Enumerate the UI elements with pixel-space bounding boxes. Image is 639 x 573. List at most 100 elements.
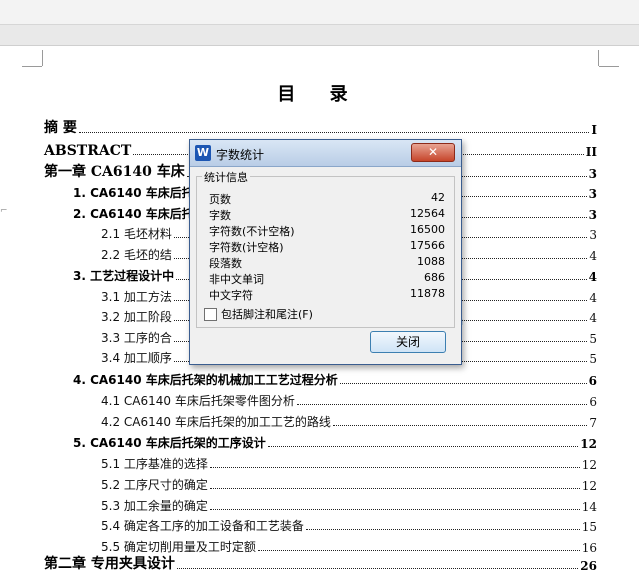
- toc-entry-label: 5.2 工序尺寸的确定: [101, 478, 208, 492]
- toc-entry-page: 5: [589, 332, 597, 346]
- toc-entry-page: 4: [588, 270, 597, 284]
- toc-entry-page: 26: [580, 559, 597, 573]
- stat-row: 字符数(不计空格) 16500: [209, 223, 445, 238]
- toc-entry-label: 4. CA6140 车床后托架的机械加工工艺过程分析: [73, 373, 338, 387]
- toc-entry-page: I: [591, 123, 597, 137]
- toc-entry-page: 3: [588, 167, 597, 181]
- toc-entry-page: 3: [588, 187, 597, 201]
- app-top-bar: [0, 0, 639, 25]
- toc-entry-label: 3.1 加工方法: [101, 290, 172, 304]
- toc-leader-dots: [209, 467, 580, 468]
- stat-value: 16500: [410, 223, 445, 236]
- toc-entry-label: 第二章 专用夹具设计: [44, 556, 175, 572]
- toc-entry[interactable]: 摘 要I: [44, 117, 597, 137]
- toc-entry-label: 4.2 CA6140 车床后托架的加工工艺的路线: [101, 415, 331, 429]
- stat-value: 11878: [410, 287, 445, 300]
- toc-leader-dots: [305, 529, 580, 530]
- stat-row: 段落数 1088: [209, 255, 445, 270]
- toc-entry[interactable]: 第二章 专用夹具设计 26: [44, 553, 597, 573]
- toc-entry-page: 4: [589, 249, 597, 263]
- toc-entry-page: 7: [589, 416, 597, 430]
- toc-entry-page: 5: [589, 352, 597, 366]
- toc-leader-dots: [257, 550, 580, 551]
- toc-entry-label: 5.4 确定各工序的加工设备和工艺装备: [101, 519, 304, 533]
- toc-leader-dots: [209, 509, 580, 510]
- toc-entry[interactable]: 5.5 确定切削用量及工时定额 16: [101, 535, 597, 555]
- toc-title: 目 录: [277, 84, 362, 105]
- toc-entry[interactable]: 5.4 确定各工序的加工设备和工艺装备 15: [101, 514, 597, 534]
- toc-entry[interactable]: 5.2 工序尺寸的确定 12: [101, 473, 597, 493]
- toc-entry-label: 摘 要: [44, 120, 77, 136]
- stat-value: 1088: [417, 255, 445, 268]
- stat-label: 页数: [209, 193, 231, 206]
- toc-entry-page: 12: [580, 437, 597, 451]
- toc-entry-page: 14: [581, 500, 597, 514]
- toc-entry-label: 5.3 加工余量的确定: [101, 499, 208, 513]
- toc-entry[interactable]: 5. CA6140 车床后托架的工序设计 12: [73, 431, 597, 451]
- close-icon[interactable]: ✕: [411, 143, 455, 162]
- toc-entry-label: 3. 工艺过程设计中: [73, 269, 175, 283]
- toc-leader-dots: [78, 132, 590, 133]
- include-footnotes-label[interactable]: 包括脚注和尾注(F): [221, 306, 313, 322]
- stat-label: 非中文单词: [209, 273, 264, 286]
- toc-entry-label: 第一章 CA6140 车床: [44, 164, 185, 180]
- stat-label: 中文字符: [209, 289, 253, 302]
- stat-row: 字符数(计空格) 17566: [209, 239, 445, 254]
- toc-leader-dots: [296, 404, 588, 405]
- toc-leader-dots: [332, 425, 588, 426]
- stat-label: 字数: [209, 209, 231, 222]
- toc-entry-page: 12: [581, 479, 597, 493]
- crop-mark-right-h: [599, 66, 619, 67]
- dialog-title: 字数统计: [216, 148, 265, 162]
- toc-entry-label: 4.1 CA6140 车床后托架零件图分析: [101, 394, 295, 408]
- toc-entry-page: 15: [581, 520, 597, 534]
- toc-leader-dots: [209, 488, 580, 489]
- toc-entry-label: 5.1 工序基准的选择: [101, 457, 208, 471]
- toc-leader-dots: [267, 446, 579, 447]
- stat-label: 段落数: [209, 257, 242, 270]
- include-footnotes-checkbox[interactable]: [204, 308, 217, 321]
- crop-mark-right-v: [598, 50, 599, 66]
- toc-entry-label: 5. CA6140 车床后托架的工序设计: [73, 436, 266, 450]
- toc-entry-label: 3.4 加工顺序: [101, 351, 172, 365]
- stat-label: 字符数(计空格): [209, 241, 284, 254]
- toc-leader-dots: [339, 383, 587, 384]
- toc-entry[interactable]: 4.1 CA6140 车床后托架零件图分析 6: [101, 389, 597, 409]
- toc-entry-page: 6: [588, 374, 597, 388]
- toc-entry-label: 2. CA6140 车床后托: [73, 207, 194, 221]
- margin-marker: ⌐: [0, 206, 8, 216]
- toc-entry-label: 3.2 加工阶段: [101, 310, 172, 324]
- statistics-group-label: 统计信息: [202, 169, 250, 185]
- toc-entry-label: 1. CA6140 车床后托: [73, 186, 194, 200]
- toc-entry-label: 3.3 工序的合: [101, 331, 172, 345]
- word-count-dialog: W 字数统计 ✕ 统计信息 页数 42 字数 12564 字符数(不计空格) 16500 字…: [189, 139, 462, 365]
- toc-entry-label: ABSTRACT: [44, 143, 132, 159]
- toc-entry-page: 4: [589, 311, 597, 325]
- stat-row: 中文字符 11878: [209, 287, 445, 302]
- crop-mark-left-h: [22, 66, 42, 67]
- stat-value: 17566: [410, 239, 445, 252]
- close-button[interactable]: 关闭: [370, 331, 446, 353]
- toc-entry[interactable]: 5.3 加工余量的确定 14: [101, 494, 597, 514]
- toc-entry-page: 6: [589, 395, 597, 409]
- dialog-title-bar[interactable]: W 字数统计 ✕: [190, 140, 461, 167]
- toc-entry-label: 2.2 毛坯的结: [101, 248, 172, 262]
- stat-label: 字符数(不计空格): [209, 225, 295, 238]
- stat-row: 非中文单词 686: [209, 271, 445, 286]
- toc-entry[interactable]: 4. CA6140 车床后托架的机械加工工艺过程分析 6: [73, 368, 597, 388]
- stat-value: 42: [431, 191, 445, 204]
- crop-mark-left-v: [42, 50, 43, 66]
- stat-row: 页数 42: [209, 191, 445, 206]
- toc-entry-page: 12: [581, 458, 597, 472]
- stat-value: 12564: [410, 207, 445, 220]
- toc-entry-page: 3: [588, 208, 597, 222]
- toc-entry[interactable]: 4.2 CA6140 车床后托架的加工工艺的路线 7: [101, 410, 597, 430]
- stat-row: 字数 12564: [209, 207, 445, 222]
- toc-entry-label: 2.1 毛坯材料: [101, 227, 172, 241]
- toc-entry[interactable]: 5.1 工序基准的选择 12: [101, 452, 597, 472]
- app-icon: W: [195, 145, 211, 161]
- toc-entry-page: II: [585, 145, 597, 159]
- toc-entry-page: 4: [589, 291, 597, 305]
- horizontal-ruler[interactable]: [0, 25, 639, 46]
- toc-entry-page: 3: [589, 228, 597, 242]
